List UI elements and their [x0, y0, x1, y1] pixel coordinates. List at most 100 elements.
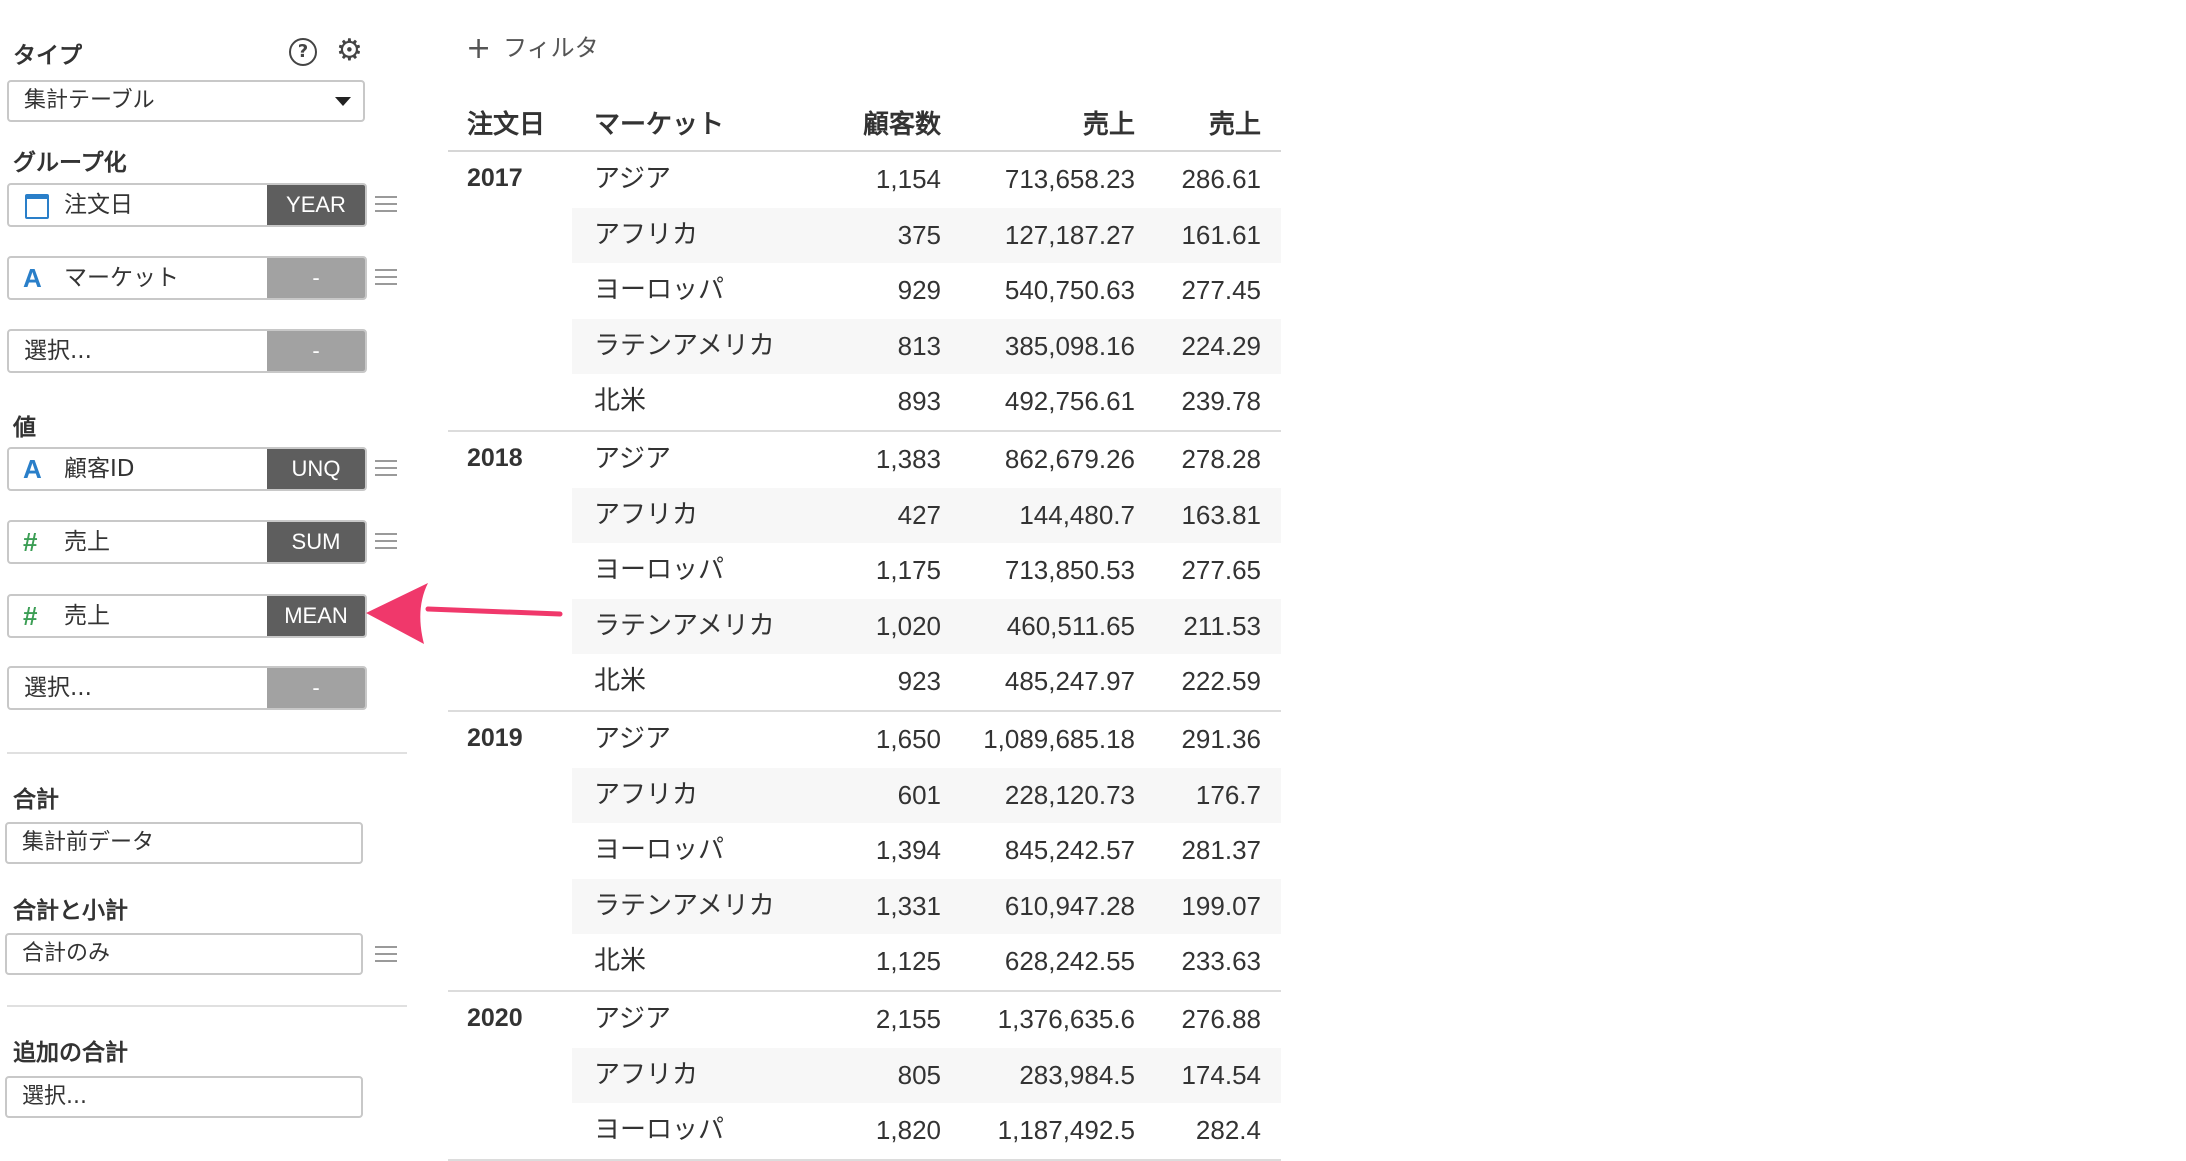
sales-sum-cell: 628,242.55 [1004, 946, 1135, 977]
sales-mean-cell: 239.78 [1181, 386, 1261, 417]
type-select[interactable]: 集計テーブル [7, 80, 365, 122]
table-row: ヨーロッパ 1,175 713,850.53 277.65 [572, 543, 1281, 599]
value-field-sales-mean[interactable]: # 売上 MEAN [7, 594, 367, 638]
subtotal-select[interactable]: 合計のみ [5, 933, 363, 975]
value-field-placeholder: 選択... [24, 675, 92, 701]
group-field-select[interactable]: 選択... - [7, 329, 367, 373]
sales-sum-cell: 713,850.53 [1004, 555, 1135, 586]
market-cell: ヨーロッパ [594, 1115, 725, 1146]
customers-cell: 2,155 [875, 1003, 941, 1034]
group-field-placeholder: 選択... [24, 338, 92, 364]
year-cell: 2018 [467, 443, 523, 472]
drag-handle-icon[interactable] [375, 946, 397, 967]
sales-sum-cell: 385,098.16 [1004, 330, 1135, 361]
sales-sum-cell: 713,658.23 [1004, 164, 1135, 194]
column-header-order-date[interactable]: 注文日 [467, 104, 545, 141]
year-cell: 2020 [467, 1003, 523, 1032]
year-cell: 2017 [467, 164, 523, 192]
sales-sum-cell: 460,511.65 [1006, 610, 1135, 641]
sales-sum-cell: 228,120.73 [1004, 779, 1135, 810]
drag-handle-icon[interactable] [375, 269, 397, 290]
sales-sum-cell: 862,679.26 [1004, 443, 1135, 474]
sales-mean-cell: 222.59 [1181, 666, 1261, 697]
table-row: アフリカ 375 127,187.27 161.61 [572, 207, 1281, 264]
question-circle-icon[interactable]: ? [289, 38, 317, 66]
type-label: タイプ [13, 43, 82, 69]
total-select[interactable]: 集計前データ [5, 822, 363, 864]
table-body: 2017 アジア 1,154 713,658.23 286.61 アフリカ 375 127,1… [448, 152, 1281, 1161]
market-cell: ヨーロッパ [594, 275, 725, 306]
sales-mean-cell: 176.7 [1195, 779, 1261, 810]
market-cell: ラテンアメリカ [594, 330, 775, 361]
group-field-order-date[interactable]: 注文日 YEAR [7, 183, 367, 227]
table-row: アジア 2,155 1,376,635.6 276.88 [572, 992, 1281, 1048]
gear-icon[interactable]: ⚙ [336, 36, 363, 66]
customers-cell: 375 [897, 219, 941, 250]
market-cell: 北米 [594, 946, 647, 977]
customers-cell: 1,154 [875, 164, 941, 194]
sales-mean-cell: 161.61 [1181, 219, 1261, 250]
group-field-market[interactable]: A マーケット - [7, 256, 367, 300]
customers-cell: 813 [897, 330, 941, 361]
value-field-label: 売上 [64, 529, 110, 555]
sales-sum-cell: 283,984.5 [1019, 1059, 1135, 1090]
market-cell: ラテンアメリカ [594, 610, 775, 641]
market-cell: アフリカ [594, 1059, 699, 1090]
customers-cell: 1,383 [875, 443, 941, 474]
number-type-icon: # [23, 527, 38, 557]
value-label: 値 [13, 415, 36, 441]
table-row: アジア 1,383 862,679.26 278.28 [572, 432, 1281, 488]
table-row: ヨーロッパ 1,394 845,242.57 281.37 [572, 823, 1281, 879]
sales-sum-cell: 540,750.63 [1004, 275, 1135, 306]
value-agg-button[interactable]: SUM [267, 522, 365, 562]
group-agg-button[interactable]: YEAR [267, 185, 365, 225]
extra-total-select[interactable]: 選択... [5, 1076, 363, 1118]
subtotal-label: 合計と小計 [13, 898, 128, 924]
text-type-icon: A [23, 263, 42, 293]
table-row: 北米 1,125 628,242.55 233.63 [572, 934, 1281, 990]
type-select-value: 集計テーブル [24, 88, 155, 113]
extra-total-label: 追加の合計 [13, 1040, 128, 1066]
calendar-icon [25, 194, 49, 219]
value-field-customer-id[interactable]: A 顧客ID UNQ [7, 447, 367, 491]
table-row: アフリカ 805 283,984.5 174.54 [572, 1047, 1281, 1104]
table-row: ラテンアメリカ 1,020 460,511.65 211.53 [572, 598, 1281, 655]
market-cell: アフリカ [594, 499, 699, 530]
group-agg-button[interactable]: - [267, 331, 365, 371]
divider [7, 752, 407, 754]
value-field-sales-sum[interactable]: # 売上 SUM [7, 520, 367, 564]
customers-cell: 929 [897, 275, 941, 306]
value-field-select[interactable]: 選択... - [7, 666, 367, 710]
table-row: 北米 893 492,756.61 239.78 [572, 374, 1281, 430]
column-header-market[interactable]: マーケット [594, 104, 724, 141]
column-header-sales-sum[interactable]: 売上 [1083, 104, 1135, 141]
table-row: ヨーロッパ 1,820 1,187,492.5 282.4 [572, 1103, 1281, 1159]
table-row: ラテンアメリカ 813 385,098.16 224.29 [572, 318, 1281, 375]
market-cell: アジア [594, 443, 671, 474]
drag-handle-icon[interactable] [375, 460, 397, 481]
year-group: 2019 アジア 1,650 1,089,685.18 291.36 アフリカ 601 228… [448, 712, 1281, 992]
market-cell: ラテンアメリカ [594, 890, 775, 921]
customers-cell: 1,331 [875, 890, 941, 921]
value-agg-button[interactable]: MEAN [267, 596, 365, 636]
customers-cell: 1,020 [875, 610, 941, 641]
settings-panel: タイプ ? ⚙ 集計テーブル グループ化 注文日 YEAR A マーケット - … [0, 0, 420, 1148]
column-header-customers[interactable]: 顧客数 [863, 104, 941, 141]
column-header-sales-mean[interactable]: 売上 [1209, 104, 1261, 141]
table-row: アフリカ 601 228,120.73 176.7 [572, 767, 1281, 824]
group-agg-button[interactable]: - [267, 258, 365, 298]
sales-mean-cell: 277.65 [1181, 555, 1261, 586]
sales-mean-cell: 224.29 [1181, 330, 1261, 361]
value-agg-button[interactable]: - [267, 668, 365, 708]
add-filter-button[interactable]: + フィルタ [466, 28, 599, 66]
customers-cell: 1,125 [875, 946, 941, 977]
sales-sum-cell: 845,242.57 [1004, 835, 1135, 866]
value-agg-button[interactable]: UNQ [267, 449, 365, 489]
sales-mean-cell: 282.4 [1195, 1115, 1261, 1146]
drag-handle-icon[interactable] [375, 196, 397, 217]
customers-cell: 805 [897, 1059, 941, 1090]
customers-cell: 1,650 [875, 723, 941, 754]
drag-handle-icon[interactable] [375, 533, 397, 554]
market-cell: ヨーロッパ [594, 555, 725, 586]
customers-cell: 1,394 [875, 835, 941, 866]
